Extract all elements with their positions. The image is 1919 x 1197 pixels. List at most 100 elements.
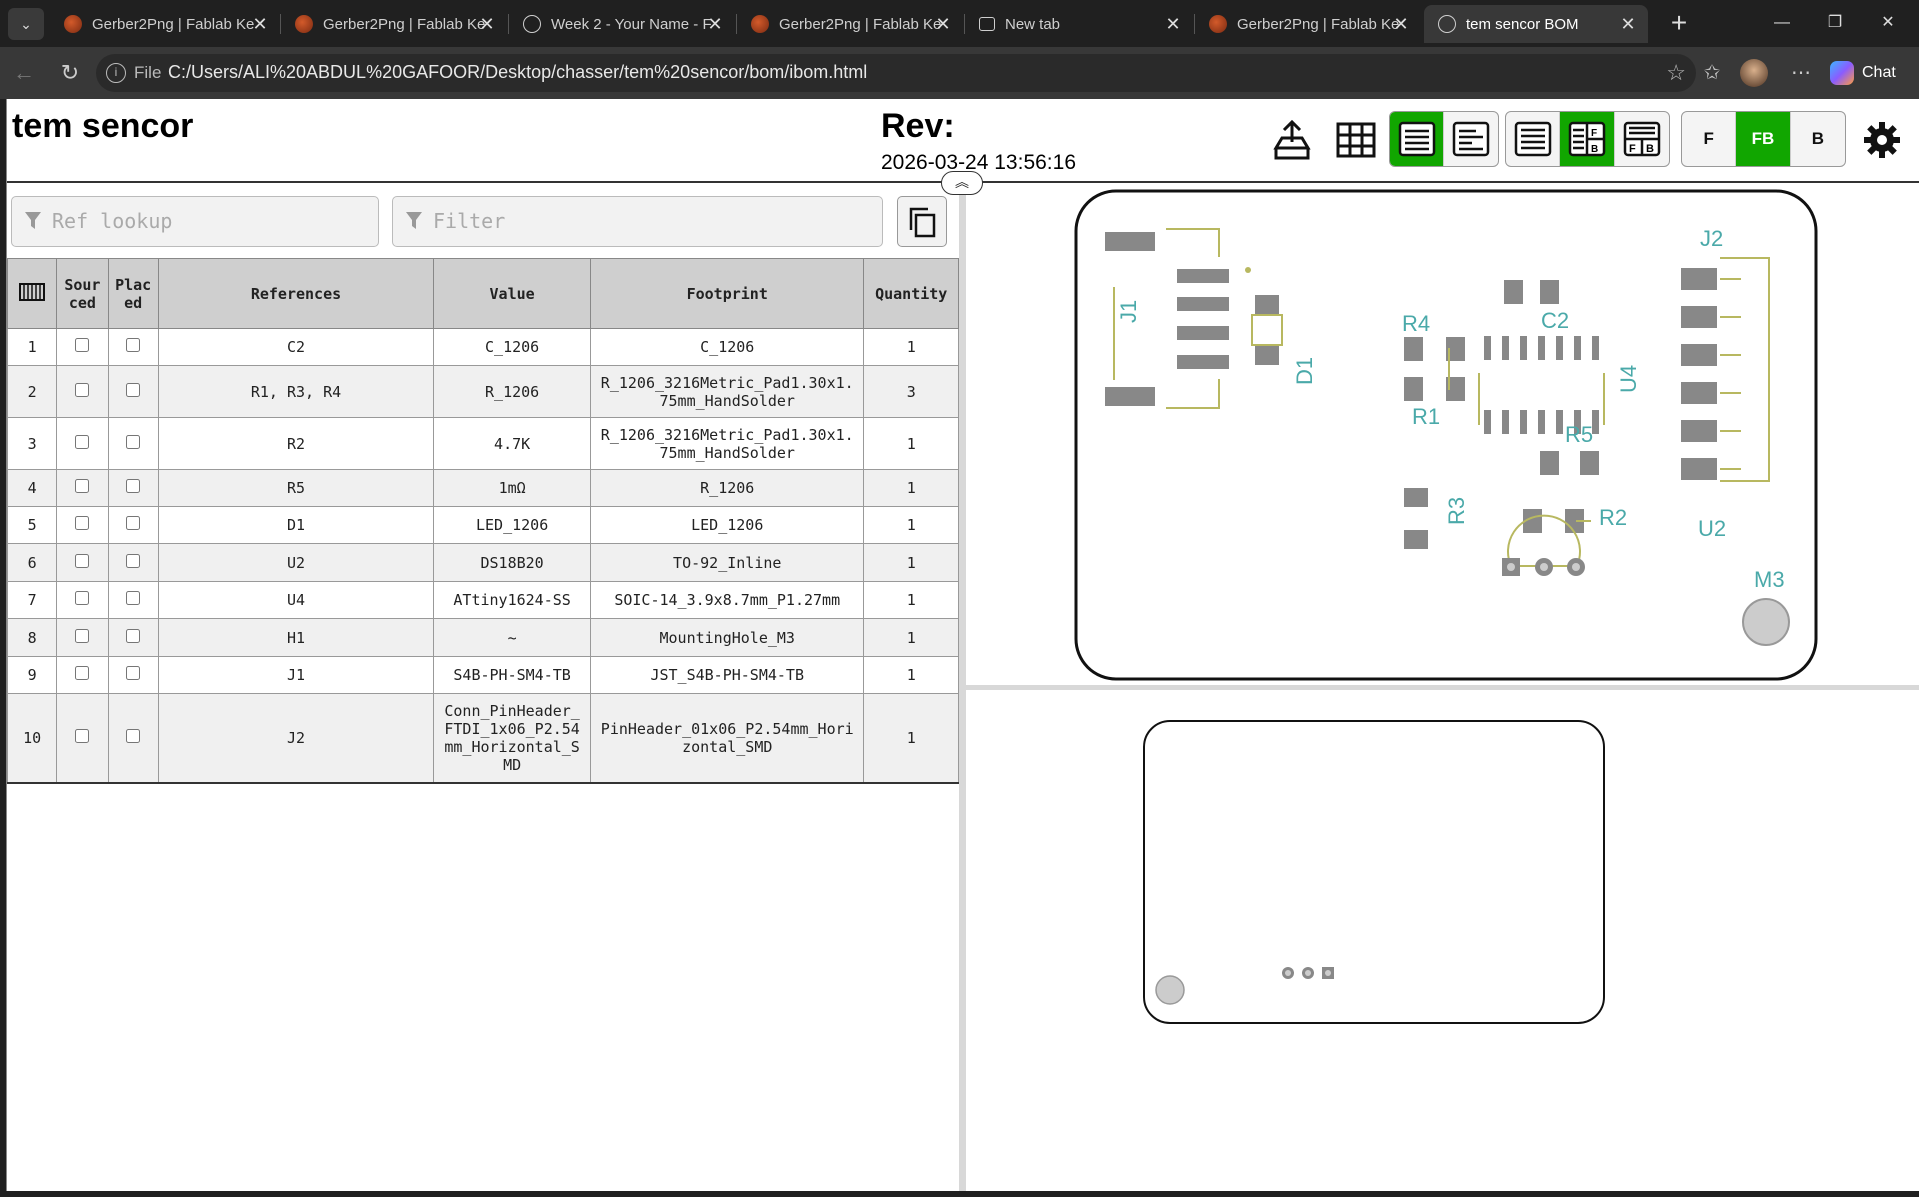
quantity-cell: 1 (863, 693, 959, 784)
table-row[interactable]: 7 U4 ATtiny1624-SS SOIC-14_3.9x8.7mm_P1.… (6, 581, 959, 619)
references-cell: R5 (157, 469, 435, 507)
placed-checkbox[interactable] (126, 591, 141, 605)
bom-ungrouped-icon[interactable] (1444, 112, 1498, 166)
info-icon[interactable]: i (106, 63, 126, 83)
references-cell: R1, R3, R4 (157, 365, 435, 418)
close-tab-icon[interactable]: ✕ (1618, 14, 1638, 35)
column-chooser-icon[interactable] (6, 258, 58, 329)
placed-checkbox[interactable] (126, 553, 141, 568)
table-row[interactable]: 3 R2 4.7K R_1206_3216Metric_Pad1.30x1.75… (6, 417, 959, 470)
browser-tab[interactable]: Gerber2Png | Fablab Ke ✕ (1195, 5, 1421, 43)
sourced-checkbox[interactable] (75, 628, 90, 643)
sourced-checkbox[interactable] (75, 338, 90, 352)
close-tab-icon[interactable]: ✕ (477, 14, 497, 35)
table-row[interactable]: 8 H1 ~ MountingHole_M3 1 (6, 618, 959, 657)
close-tab-icon[interactable]: ✕ (1391, 14, 1411, 35)
value-cell: 1mΩ (433, 469, 592, 507)
settings-gear-icon[interactable] (1859, 114, 1905, 166)
sourced-checkbox[interactable] (75, 434, 90, 449)
column-header-sourced[interactable]: Sour ced (56, 258, 109, 329)
bom-left-drawings-right-icon[interactable]: FB (1560, 112, 1615, 166)
column-header-references[interactable]: References (157, 258, 435, 329)
both-layers-button[interactable]: FB (1736, 112, 1791, 166)
table-row[interactable]: 5 D1 LED_1206 LED_1206 1 (6, 506, 959, 544)
tab-actions-menu-icon[interactable]: ⌄ (8, 8, 44, 40)
front-canvas[interactable]: J1 D1 R4 R1 C2 R5 U4 J2 R3 R2 U2 M3 (966, 185, 1919, 685)
address-bar[interactable]: i File C:/Users/ALI%20ABDUL%20GAFOOR/Des… (96, 54, 1696, 92)
placed-checkbox[interactable] (126, 382, 141, 397)
browser-tab-active[interactable]: tem sencor BOM ✕ (1424, 5, 1648, 43)
designator-u4: U4 (1616, 365, 1641, 393)
restore-icon[interactable]: ❐ (1815, 8, 1855, 38)
sourced-checkbox[interactable] (75, 553, 90, 568)
reload-icon[interactable]: ↻ (54, 57, 86, 89)
minimize-icon[interactable]: — (1762, 8, 1802, 38)
sourced-checkbox[interactable] (75, 591, 90, 605)
sourced-checkbox[interactable] (75, 728, 90, 743)
back-layer-button[interactable]: B (1791, 112, 1845, 166)
panel-splitter[interactable] (959, 185, 966, 1191)
browser-tab[interactable]: Week 2 - Your Name - F ✕ (509, 5, 735, 43)
browser-tabbar: ⌄ Gerber2Png | Fablab Ke ✕ Gerber2Png | … (0, 0, 1919, 47)
references-cell: R2 (157, 417, 435, 470)
placed-checkbox[interactable] (126, 728, 141, 743)
placed-checkbox[interactable] (126, 516, 141, 530)
chat-button[interactable]: Chat (1830, 57, 1896, 89)
filter-input[interactable]: Filter (392, 196, 883, 247)
back-canvas[interactable] (966, 690, 1919, 1191)
table-row[interactable]: 2 R1, R3, R4 R_1206 R_1206_3216Metric_Pa… (6, 365, 959, 418)
references-cell: U4 (157, 581, 435, 619)
designator-r2: R2 (1599, 505, 1627, 530)
bom-top-drawings-bottom-icon[interactable]: FB (1615, 112, 1669, 166)
sourced-checkbox[interactable] (75, 516, 90, 530)
browser-tab[interactable]: Gerber2Png | Fablab Ke ✕ (50, 5, 280, 43)
column-header-quantity[interactable]: Quantity (863, 258, 959, 329)
bom-only-icon[interactable] (1506, 112, 1561, 166)
close-tab-icon[interactable]: ✕ (933, 14, 953, 35)
table-row[interactable]: 4 R5 1mΩ R_1206 1 (6, 469, 959, 507)
browser-tab[interactable]: New tab ✕ (965, 5, 1193, 43)
sourced-checkbox[interactable] (75, 479, 90, 493)
new-tab-button[interactable]: + (1661, 6, 1697, 42)
sourced-checkbox[interactable] (75, 382, 90, 397)
more-menu-icon[interactable]: ⋯ (1785, 57, 1817, 89)
fablab-favicon-icon (1209, 15, 1227, 33)
favorites-icon[interactable]: ✩ (1696, 57, 1728, 89)
placed-checkbox[interactable] (126, 479, 141, 493)
column-header-placed[interactable]: Plac ed (107, 258, 159, 329)
quantity-cell: 1 (863, 618, 959, 657)
bookmark-star-icon[interactable]: ☆ (1666, 60, 1686, 86)
close-tab-icon[interactable]: ✕ (1163, 14, 1183, 35)
ref-lookup-input[interactable]: Ref lookup (11, 196, 379, 247)
table-row[interactable]: 1 C2 C_1206 C_1206 1 (6, 328, 959, 366)
close-window-icon[interactable]: ✕ (1868, 8, 1908, 38)
column-header-value[interactable]: Value (433, 258, 592, 329)
copy-bom-button[interactable] (897, 196, 947, 247)
browser-tab[interactable]: Gerber2Png | Fablab Ke ✕ (737, 5, 963, 43)
front-layer-button[interactable]: F (1682, 112, 1737, 166)
value-cell: LED_1206 (433, 506, 592, 544)
grid-view-icon[interactable] (1333, 114, 1379, 166)
table-row[interactable]: 9 J1 S4B-PH-SM4-TB JST_S4B-PH-SM4-TB 1 (6, 656, 959, 694)
sourced-checkbox[interactable] (75, 666, 90, 680)
close-tab-icon[interactable]: ✕ (705, 14, 725, 35)
bom-export-icon[interactable] (1269, 114, 1315, 166)
table-row[interactable]: 6 U2 DS18B20 TO-92_Inline 1 (6, 543, 959, 582)
profile-avatar[interactable] (1740, 59, 1768, 87)
collapse-header-icon[interactable]: ︽ (941, 171, 983, 195)
references-cell: J1 (157, 656, 435, 694)
placed-checkbox[interactable] (126, 666, 141, 680)
browser-tab[interactable]: Gerber2Png | Fablab Ke ✕ (281, 5, 507, 43)
row-number: 5 (6, 506, 58, 544)
placed-checkbox[interactable] (126, 338, 141, 352)
table-row[interactable]: 10 J2 Conn_PinHeader_FTDI_1x06_P2.54mm_H… (6, 693, 959, 784)
url-text[interactable]: C:/Users/ALI%20ABDUL%20GAFOOR/Desktop/ch… (168, 62, 867, 83)
column-header-footprint[interactable]: Footprint (590, 258, 865, 329)
close-tab-icon[interactable]: ✕ (250, 14, 270, 35)
placed-checkbox[interactable] (126, 628, 141, 643)
placed-checkbox[interactable] (126, 434, 141, 449)
row-number: 6 (6, 543, 58, 582)
back-icon[interactable]: ← (8, 57, 40, 89)
bom-grouped-icon[interactable] (1390, 112, 1445, 166)
bom-panel: Ref lookup Filter Sour ced Plac ed Refer… (6, 185, 959, 1191)
